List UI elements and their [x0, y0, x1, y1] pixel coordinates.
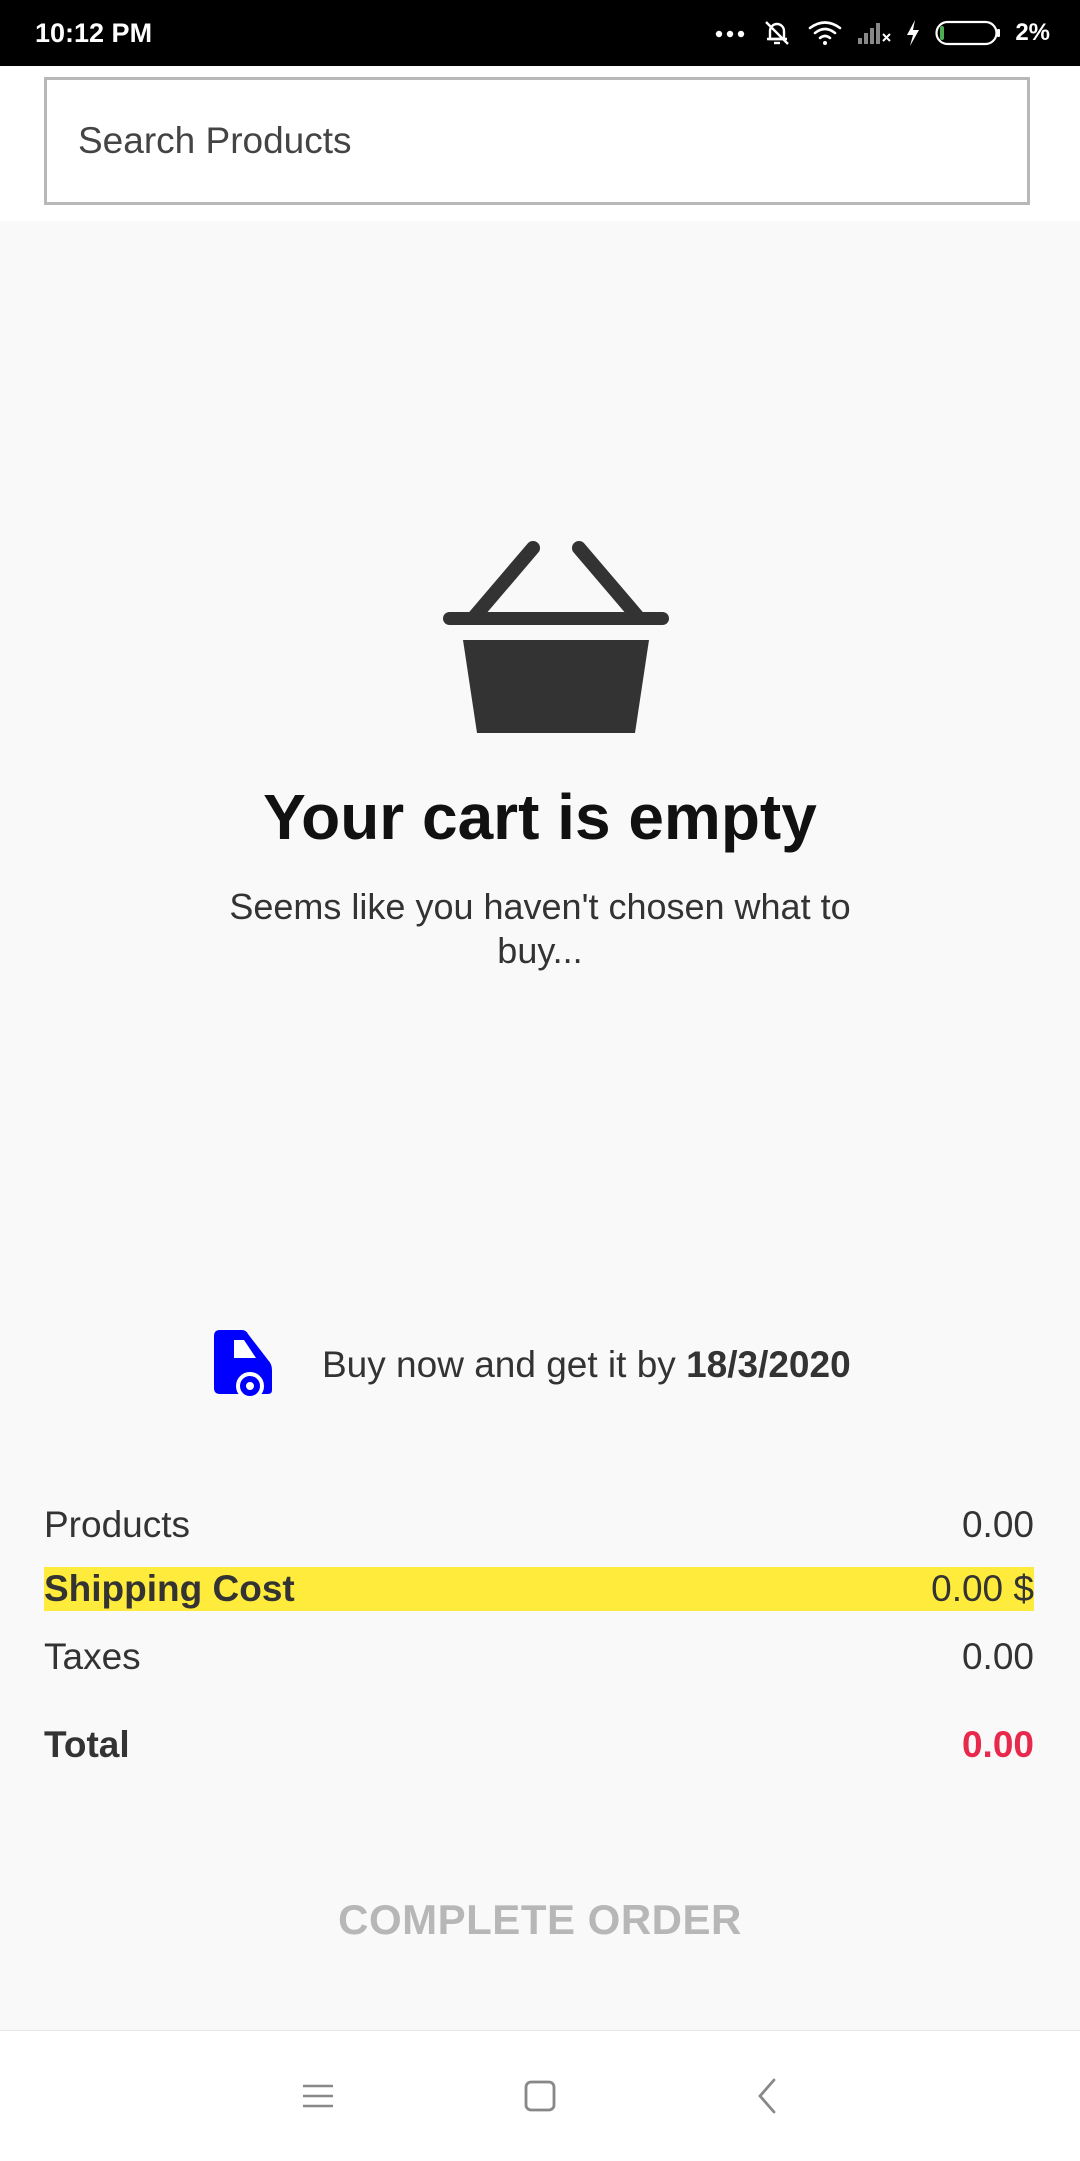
summary-row-shipping: Shipping Cost 0.00 $ [44, 1567, 1034, 1611]
bell-muted-icon [761, 17, 793, 49]
charging-icon [905, 19, 921, 47]
complete-order-button[interactable]: COMPLETE ORDER [290, 1880, 790, 1960]
total-label: Total [44, 1724, 130, 1765]
basket-icon [443, 540, 669, 735]
empty-cart-title: Your cart is empty [263, 781, 817, 853]
taxes-label: Taxes [44, 1636, 141, 1677]
products-label: Products [44, 1504, 191, 1545]
signal-icon [857, 20, 892, 46]
total-value: 0.00 [961, 1724, 1034, 1765]
more-dots-icon [715, 28, 747, 38]
home-square-icon[interactable] [515, 2071, 565, 2121]
summary-row-products: Products 0.00 [44, 1500, 1034, 1550]
search-input[interactable]: Search Products [44, 77, 1030, 205]
status-bar: 10:12 PM 2% [0, 0, 1080, 66]
shipping-value: 0.00 $ [931, 1568, 1034, 1609]
battery-icon [935, 19, 1001, 47]
system-nav-bar [0, 2030, 1080, 2161]
menu-icon[interactable] [293, 2071, 343, 2121]
search-placeholder: Search Products [78, 120, 352, 161]
shipping-label: Shipping Cost [44, 1568, 295, 1609]
delivery-text: Buy now and get it by 18/3/2020 [322, 1344, 851, 1386]
products-value: 0.00 [961, 1504, 1034, 1545]
delivery-estimate: Buy now and get it by 18/3/2020 [212, 1330, 851, 1400]
back-chevron-icon[interactable] [742, 2071, 792, 2121]
summary-row-total: Total 0.00 [44, 1720, 1034, 1770]
status-time: 10:12 PM [35, 18, 153, 48]
summary-row-taxes: Taxes 0.00 [44, 1632, 1034, 1682]
status-icons: 2% [715, 0, 1050, 66]
delivery-prefix: Buy now and get it by [322, 1344, 687, 1385]
search-header: Search Products [0, 66, 1080, 221]
battery-percent: 2% [1015, 19, 1050, 46]
empty-cart-subtitle: Seems like you haven't chosen what to bu… [229, 886, 851, 971]
wifi-icon [807, 19, 843, 47]
delivery-date: 18/3/2020 [686, 1344, 851, 1385]
truck-icon [212, 1330, 274, 1400]
taxes-value: 0.00 [961, 1636, 1034, 1677]
